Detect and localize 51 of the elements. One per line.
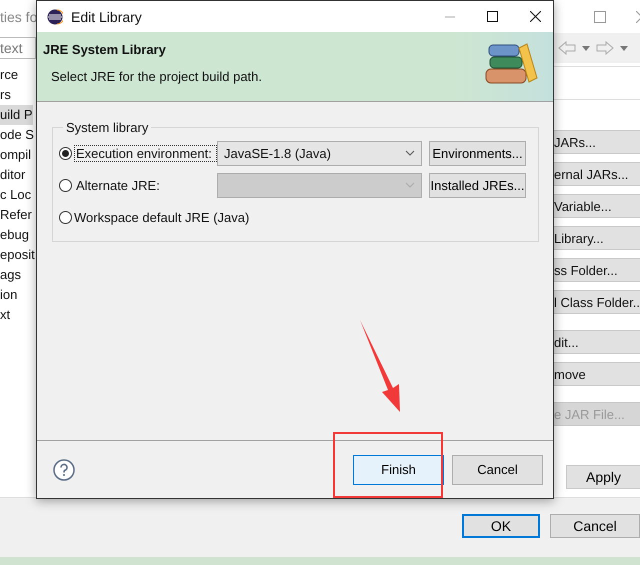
help-icon[interactable] bbox=[53, 458, 75, 480]
header-title: JRE System Library bbox=[43, 42, 167, 57]
eclipse-logo-icon bbox=[47, 8, 63, 24]
side-button[interactable]: JARs... bbox=[553, 130, 640, 154]
filter-field[interactable]: text bbox=[0, 37, 36, 59]
cancel-button[interactable]: Cancel bbox=[550, 514, 640, 538]
side-button[interactable]: move bbox=[553, 362, 640, 386]
sidebar-item[interactable]: rce bbox=[0, 65, 18, 85]
chevron-icon bbox=[405, 182, 415, 188]
radio-button[interactable] bbox=[59, 178, 72, 192]
sidebar-item[interactable]: ode S bbox=[0, 125, 34, 145]
dropdown-icon[interactable] bbox=[582, 46, 590, 50]
group-title: System library bbox=[65, 120, 150, 135]
dialog-title: Edit Library bbox=[71, 8, 142, 24]
maximize-icon[interactable] bbox=[487, 11, 498, 22]
minimize-icon[interactable] bbox=[445, 16, 455, 18]
sidebar-item[interactable]: uild P bbox=[0, 105, 33, 125]
sidebar-item[interactable]: c Loc bbox=[0, 185, 32, 205]
side-button[interactable]: Library... bbox=[553, 226, 640, 250]
installed-jres-button[interactable]: Installed JREs... bbox=[429, 172, 526, 198]
finish-button[interactable]: Finish bbox=[353, 454, 444, 484]
sidebar-item[interactable]: Refer bbox=[0, 205, 32, 225]
side-button[interactable]: ernal JARs... bbox=[553, 162, 640, 186]
books-icon bbox=[483, 42, 539, 86]
sidebar-item[interactable]: ags bbox=[0, 265, 21, 285]
radio-label[interactable]: Workspace default JRE (Java) bbox=[74, 210, 250, 224]
sidebar-item[interactable]: rs bbox=[0, 85, 11, 105]
sidebar-item[interactable]: ompil bbox=[0, 145, 32, 165]
environments-button[interactable]: Environments... bbox=[429, 140, 526, 166]
sidebar-item[interactable]: ditor bbox=[0, 165, 26, 185]
forward-arrow-icon[interactable] bbox=[596, 41, 614, 55]
close-icon[interactable] bbox=[530, 11, 541, 22]
sidebar-item[interactable]: ion bbox=[0, 285, 18, 305]
cancel-button[interactable]: Cancel bbox=[452, 454, 543, 484]
sidebar-item[interactable]: ebug bbox=[0, 225, 29, 245]
radio-button[interactable] bbox=[59, 146, 72, 160]
sidebar-item[interactable]: eposit bbox=[0, 245, 35, 265]
side-button[interactable]: dit... bbox=[553, 330, 640, 354]
radio-label[interactable]: Alternate JRE: bbox=[74, 176, 217, 194]
chevron-icon bbox=[405, 150, 415, 156]
side-button[interactable]: l Class Folder... bbox=[553, 290, 640, 314]
apply-button[interactable]: Apply bbox=[566, 465, 640, 489]
side-button[interactable]: ss Folder... bbox=[553, 258, 640, 282]
dropdown-icon[interactable] bbox=[620, 46, 628, 50]
back-arrow-icon[interactable] bbox=[558, 41, 576, 55]
ok-button[interactable]: OK bbox=[462, 514, 540, 538]
header-description: Select JRE for the project build path. bbox=[50, 69, 262, 84]
side-button[interactable]: Variable... bbox=[553, 194, 640, 218]
jre-dropdown[interactable]: JavaSE-1.8 (Java) bbox=[217, 140, 422, 166]
radio-button[interactable] bbox=[59, 210, 72, 224]
sidebar-item[interactable]: xt bbox=[0, 305, 10, 325]
